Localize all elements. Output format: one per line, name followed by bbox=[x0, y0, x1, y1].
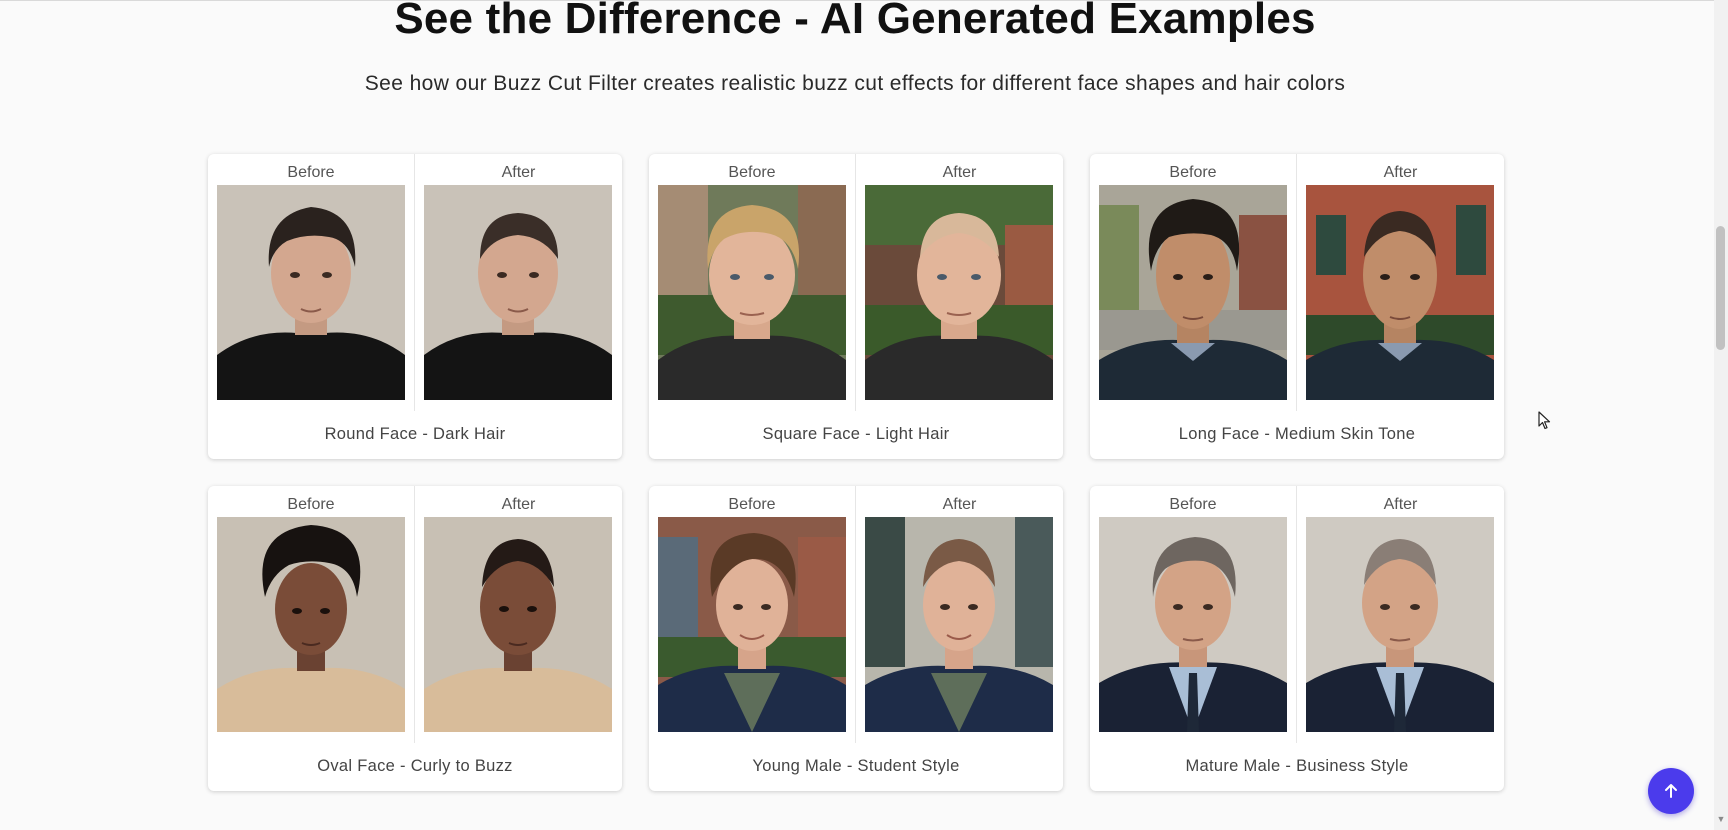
before-after-pair: Before After bbox=[649, 486, 1063, 743]
before-photo[interactable] bbox=[658, 517, 846, 732]
before-label: Before bbox=[1169, 164, 1217, 181]
after-photo[interactable] bbox=[424, 517, 612, 732]
before-panel: Before bbox=[1090, 154, 1297, 411]
before-panel: Before bbox=[649, 154, 856, 411]
example-caption: Long Face - Medium Skin Tone bbox=[1178, 425, 1416, 443]
before-label: Before bbox=[728, 496, 776, 513]
after-panel: After bbox=[415, 154, 622, 411]
before-panel: Before bbox=[1090, 486, 1297, 743]
before-label: Before bbox=[287, 164, 335, 181]
page-subtitle: See how our Buzz Cut Filter creates real… bbox=[364, 72, 1346, 95]
before-after-pair: Before After bbox=[208, 154, 622, 411]
before-panel: Before bbox=[649, 486, 856, 743]
scroll-down-arrow-icon[interactable]: ▼ bbox=[1716, 814, 1726, 824]
before-after-pair: Before After bbox=[649, 154, 1063, 411]
after-panel: After bbox=[856, 486, 1063, 743]
page: See the Difference - AI Generated Exampl… bbox=[0, 0, 1728, 830]
after-label: After bbox=[1383, 164, 1418, 181]
scrollbar-thumb[interactable] bbox=[1716, 226, 1725, 350]
before-after-pair: Before After bbox=[208, 486, 622, 743]
example-caption: Square Face - Light Hair bbox=[762, 425, 950, 443]
after-photo[interactable] bbox=[865, 517, 1053, 732]
example-caption: Mature Male - Business Style bbox=[1185, 757, 1409, 775]
example-card-oval-face[interactable]: Before After Oval Face - Curly to Buzz bbox=[208, 486, 622, 791]
example-caption: Oval Face - Curly to Buzz bbox=[317, 757, 513, 775]
after-photo[interactable] bbox=[424, 185, 612, 400]
before-after-pair: Before After bbox=[1090, 154, 1504, 411]
before-panel: Before bbox=[208, 154, 415, 411]
mouse-pointer-icon bbox=[1538, 411, 1552, 436]
before-photo[interactable] bbox=[217, 517, 405, 732]
example-card-young-male[interactable]: Before After Young Male - Student Style bbox=[649, 486, 1063, 791]
back-to-top-button[interactable] bbox=[1648, 768, 1694, 814]
example-caption: Round Face - Dark Hair bbox=[324, 425, 506, 443]
after-label: After bbox=[942, 164, 977, 181]
after-label: After bbox=[501, 496, 536, 513]
before-label: Before bbox=[728, 164, 776, 181]
before-photo[interactable] bbox=[1099, 185, 1287, 400]
after-label: After bbox=[501, 164, 536, 181]
scrollbar-track[interactable] bbox=[1714, 0, 1728, 830]
example-card-mature-male[interactable]: Before After Mature Male - Business Styl… bbox=[1090, 486, 1504, 791]
before-after-pair: Before After bbox=[1090, 486, 1504, 743]
before-photo[interactable] bbox=[217, 185, 405, 400]
before-label: Before bbox=[287, 496, 335, 513]
after-label: After bbox=[1383, 496, 1418, 513]
page-title: See the Difference - AI Generated Exampl… bbox=[394, 0, 1316, 43]
after-panel: After bbox=[1297, 154, 1504, 411]
example-card-round-face[interactable]: Before After Round Face - Dark Hair bbox=[208, 154, 622, 459]
after-photo[interactable] bbox=[1306, 517, 1494, 732]
after-photo[interactable] bbox=[1306, 185, 1494, 400]
after-panel: After bbox=[856, 154, 1063, 411]
examples-grid: Before After Round Face - Dark Hair Befo… bbox=[208, 154, 1504, 791]
after-panel: After bbox=[1297, 486, 1504, 743]
after-panel: After bbox=[415, 486, 622, 743]
arrow-up-icon bbox=[1665, 784, 1677, 798]
before-photo[interactable] bbox=[1099, 517, 1287, 732]
before-label: Before bbox=[1169, 496, 1217, 513]
before-panel: Before bbox=[208, 486, 415, 743]
example-card-long-face[interactable]: Before After Long Face - Medium Skin Ton… bbox=[1090, 154, 1504, 459]
before-photo[interactable] bbox=[658, 185, 846, 400]
example-caption: Young Male - Student Style bbox=[752, 757, 960, 775]
example-card-square-face[interactable]: Before After Square Face - Light Hair bbox=[649, 154, 1063, 459]
after-photo[interactable] bbox=[865, 185, 1053, 400]
after-label: After bbox=[942, 496, 977, 513]
